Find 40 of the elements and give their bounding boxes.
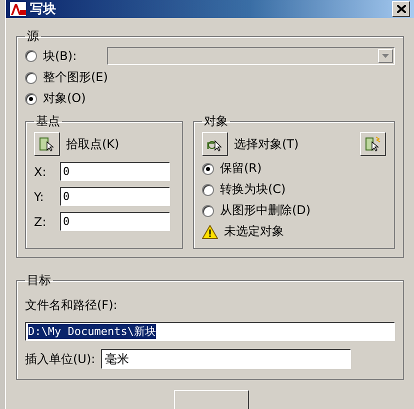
radio-option[interactable]: 保留(R) xyxy=(202,160,386,177)
window-title: 写块 xyxy=(30,1,57,18)
group-title: 对象 xyxy=(203,113,229,130)
file-path-field[interactable]: D:\My Documents\新块 xyxy=(25,322,395,341)
select-objects-label: 选择对象(T) xyxy=(234,136,300,152)
group-title: 目标 xyxy=(26,272,52,289)
coordinate-field[interactable]: 0 xyxy=(60,212,170,231)
radio-button[interactable] xyxy=(202,204,214,216)
coordinate-label: Y: xyxy=(34,190,45,204)
insert-units-label: 插入单位(U): xyxy=(25,350,96,368)
warning-message: 未选定对象 xyxy=(224,223,284,240)
coordinate-label: X: xyxy=(34,164,48,178)
radio-option[interactable]: 转换为块(C) xyxy=(202,181,386,198)
radio-option[interactable]: 从图形中删除(D) xyxy=(202,202,386,219)
radio-option[interactable]: 块(B): xyxy=(25,48,77,64)
coordinate-label: Z: xyxy=(34,214,48,228)
radio-button[interactable] xyxy=(25,72,37,84)
coordinate-field[interactable]: 0 xyxy=(60,187,170,206)
coordinate-field[interactable]: 0 xyxy=(60,162,170,181)
radio-button[interactable] xyxy=(25,50,37,62)
select-objects-button[interactable] xyxy=(202,132,228,156)
close-button[interactable] xyxy=(392,1,410,17)
quick-select-icon xyxy=(365,136,381,152)
insert-units-dropdown[interactable]: 毫米 xyxy=(101,349,352,369)
radio-button[interactable] xyxy=(202,184,214,196)
pick-point-icon xyxy=(39,136,55,152)
close-icon xyxy=(396,5,406,13)
warning-icon xyxy=(202,224,218,238)
group-title: 基点 xyxy=(35,113,61,130)
quick-select-button[interactable] xyxy=(360,132,386,156)
app-logo-icon xyxy=(10,2,26,16)
radio-button[interactable] xyxy=(25,92,37,104)
group-title: 源 xyxy=(26,28,40,45)
radio-option[interactable]: 对象(O) xyxy=(25,90,86,107)
pick-point-label: 拾取点(K) xyxy=(66,136,120,152)
dropdown-arrow-icon xyxy=(382,54,389,58)
radio-button[interactable] xyxy=(202,162,214,174)
pick-point-button[interactable] xyxy=(34,132,60,156)
radio-option[interactable]: 整个图形(E) xyxy=(25,69,108,86)
file-path-label: 文件名和路径(F): xyxy=(25,297,118,314)
